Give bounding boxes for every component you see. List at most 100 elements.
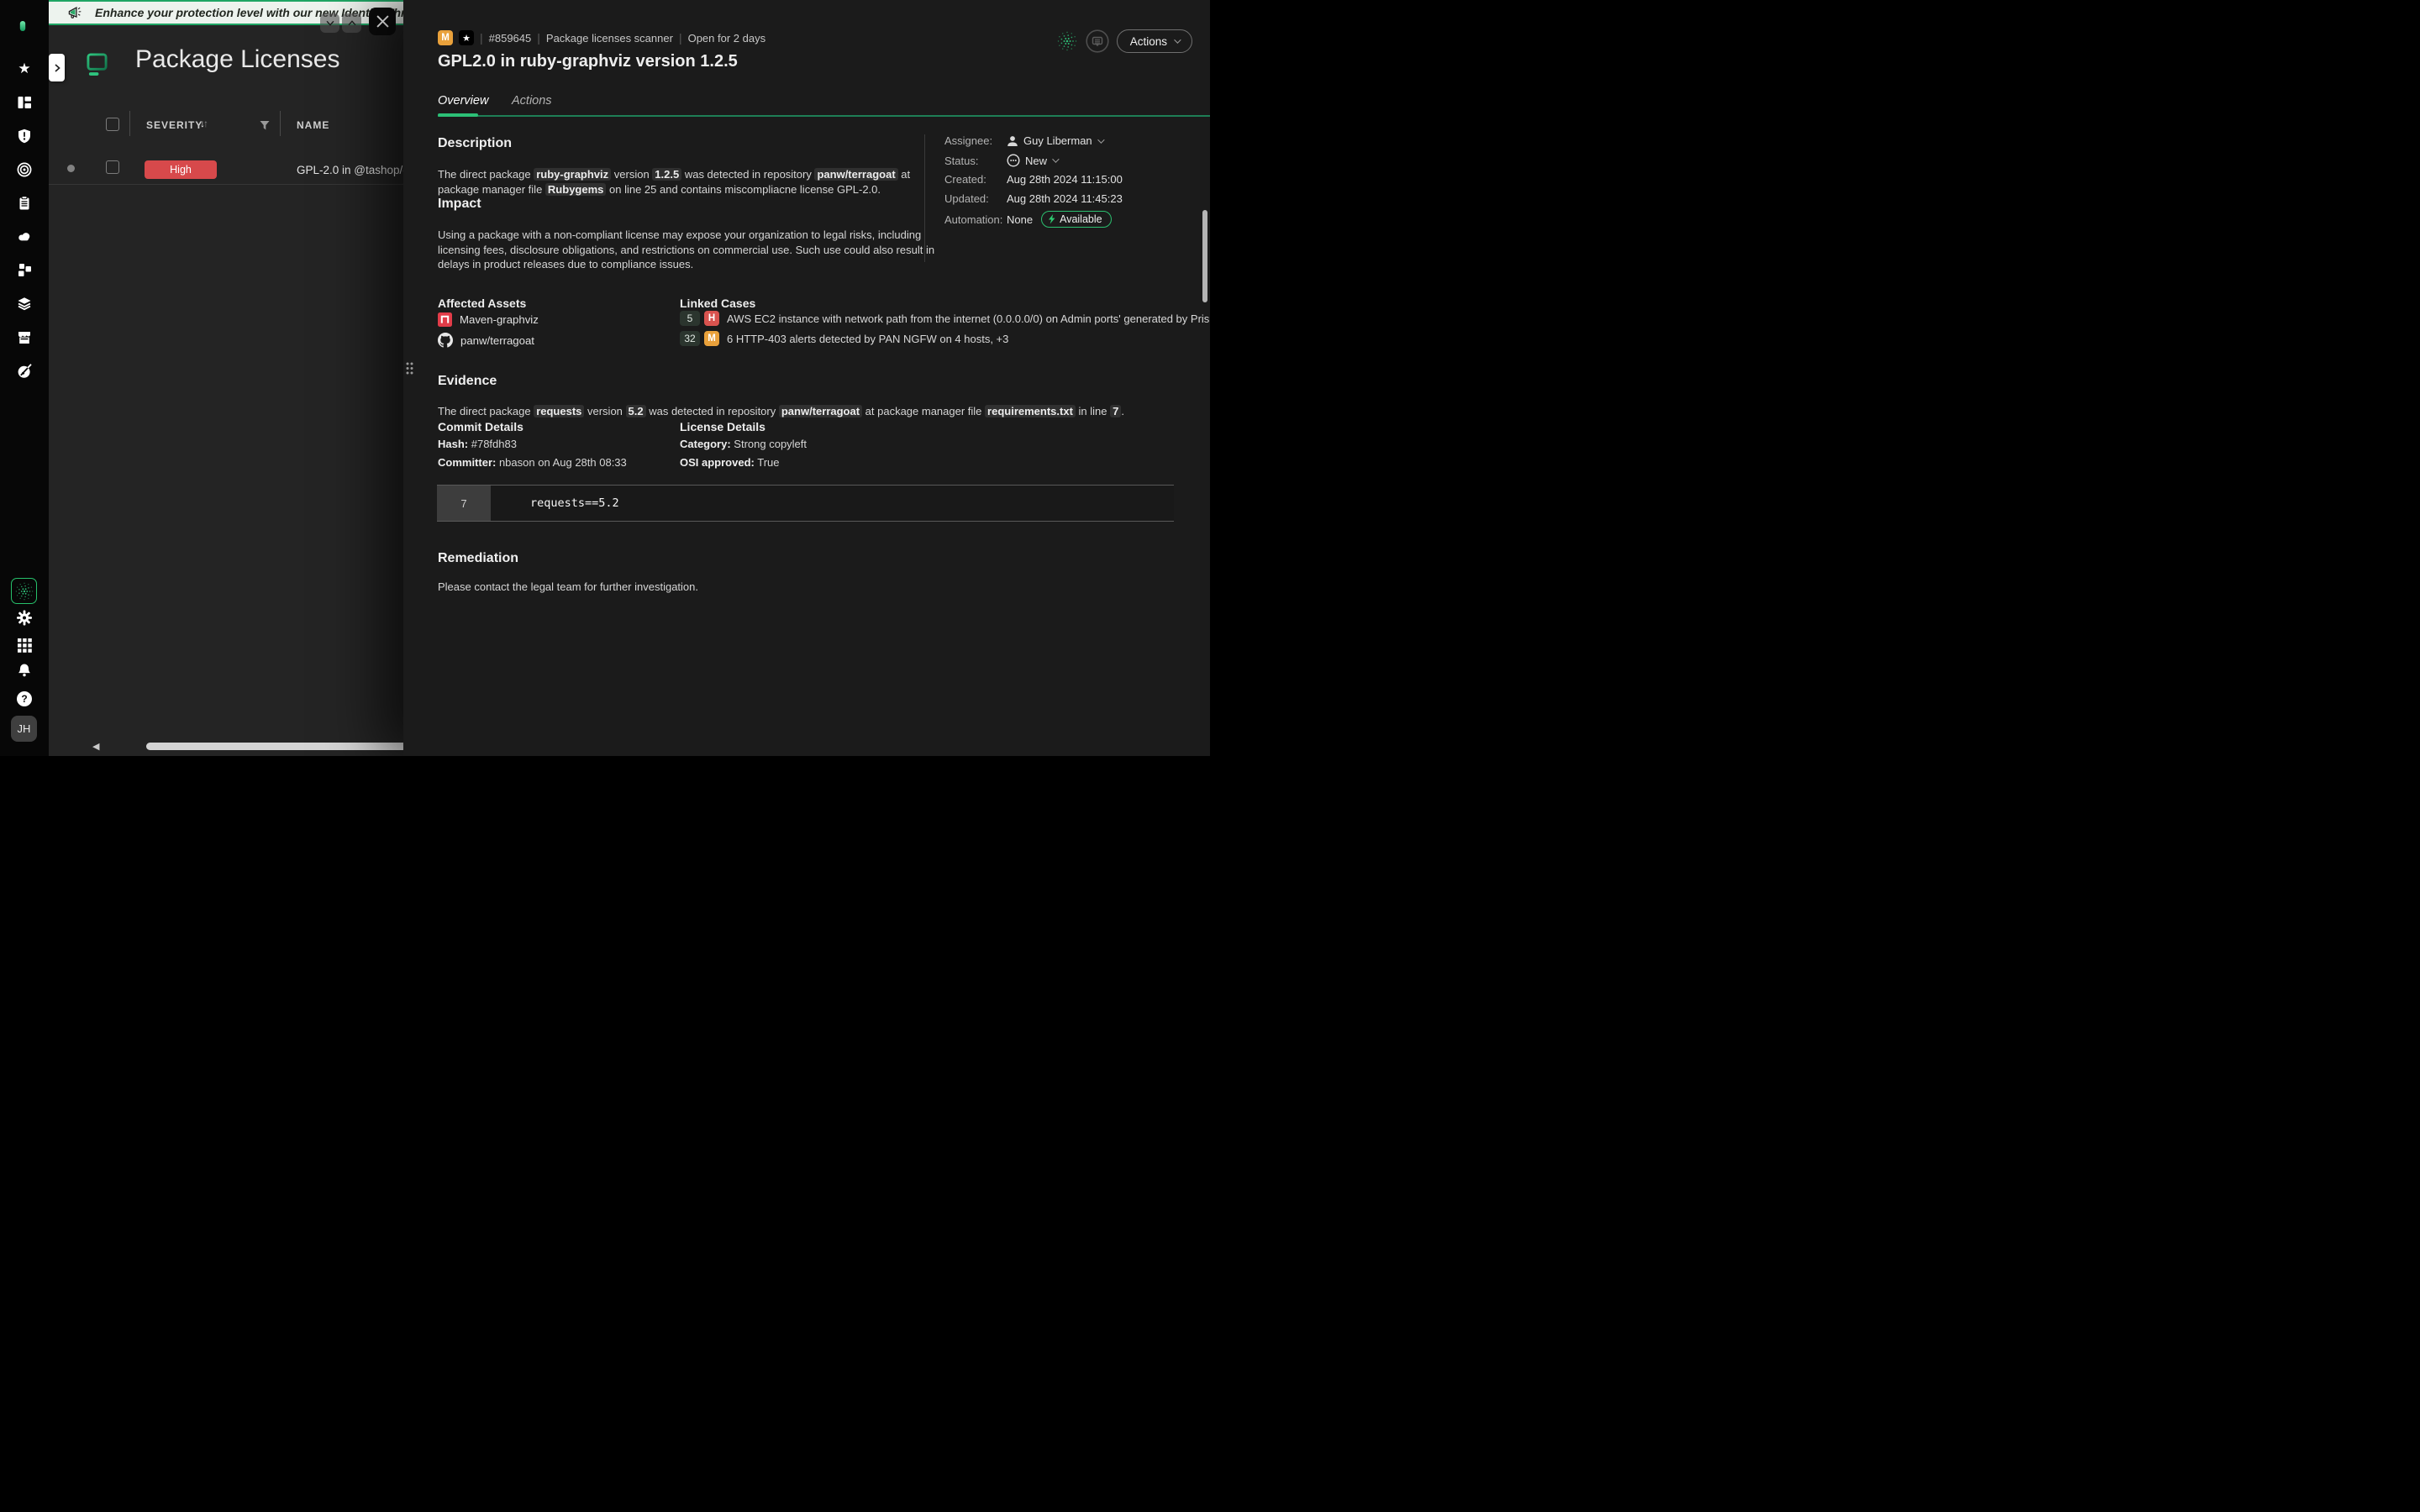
chevron-down-icon	[1097, 136, 1104, 143]
tab-overview[interactable]: Overview	[438, 94, 488, 108]
case-title: 6 HTTP-403 alerts detected by PAN NGFW o…	[727, 333, 1008, 345]
previous-item-button[interactable]	[342, 13, 361, 33]
vertical-scrollbar[interactable]	[1202, 210, 1207, 302]
assignee-dropdown[interactable]: Guy Liberman	[1007, 134, 1102, 147]
affected-asset-item[interactable]: panw/terragoat	[438, 333, 534, 348]
license-osi: OSI approved: True	[680, 456, 779, 469]
drawer-toolbar: Actions	[1056, 29, 1192, 53]
finding-id-row: M ★ | #859645 | Package licenses scanner…	[438, 30, 765, 45]
evidence-text: The direct package requests version 5.2 …	[438, 404, 1124, 419]
user-avatar[interactable]: JH	[11, 716, 37, 742]
license-category: Category: Strong copyleft	[680, 438, 807, 450]
app-root: ★	[0, 0, 1210, 756]
linked-case-row[interactable]: 32 M 6 HTTP-403 alerts detected by PAN N…	[680, 331, 1008, 346]
meta-created: Created: Aug 28th 2024 11:15:00	[944, 173, 1123, 186]
column-header-severity[interactable]: SEVERITY	[146, 119, 203, 131]
select-all-checkbox[interactable]	[106, 118, 119, 131]
notifications-bell-icon[interactable]	[17, 663, 32, 678]
meta-automation: Automation: None Available	[944, 211, 1112, 228]
meta-assignee: Assignee: Guy Liberman	[944, 134, 1102, 147]
settings-gear-icon[interactable]	[17, 610, 32, 625]
scanner-name: Package licenses scanner	[546, 32, 673, 45]
lightning-icon	[1049, 214, 1055, 224]
row-checkbox[interactable]	[106, 160, 119, 174]
status-new-icon	[1007, 154, 1020, 167]
star-toggle[interactable]: ★	[459, 30, 474, 45]
remediation-text: Please contact the legal team for furthe…	[438, 580, 698, 595]
case-title: AWS EC2 instance with network path from …	[727, 312, 1210, 325]
tab-actions[interactable]: Actions	[512, 94, 552, 108]
evidence-heading: Evidence	[438, 374, 497, 389]
description-heading: Description	[438, 136, 512, 151]
automation-available-button[interactable]: Available	[1041, 211, 1112, 228]
person-icon	[1007, 135, 1018, 147]
linked-cases-heading: Linked Cases	[680, 297, 755, 310]
impact-text: Using a package with a non-compliant lic…	[438, 228, 935, 272]
column-divider	[280, 111, 281, 136]
finding-title: GPL2.0 in ruby-graphviz version 1.2.5	[438, 52, 738, 71]
evidence-code-block: 7 requests==5.2	[437, 485, 1174, 522]
sidebar-item-shield-alert-icon[interactable]	[17, 129, 32, 144]
sidebar-item-layers-icon[interactable]	[17, 297, 32, 312]
sidebar-item-storefront-icon[interactable]	[17, 330, 32, 345]
orca-logo	[6, 13, 31, 39]
severity-medium-badge: M	[438, 30, 453, 45]
comments-icon[interactable]	[1086, 29, 1109, 53]
row-name: GPL-2.0 in @tashop/c	[297, 164, 408, 176]
column-header-name[interactable]: NAME	[297, 119, 329, 131]
artifact-registry-icon	[438, 312, 452, 327]
case-count-badge: 32	[680, 331, 700, 346]
affected-assets-heading: Affected Assets	[438, 297, 526, 310]
sidebar-item-favorites-icon[interactable]: ★	[17, 61, 32, 76]
impact-heading: Impact	[438, 197, 481, 212]
help-icon[interactable]: ?	[17, 691, 32, 706]
finding-age: Open for 2 days	[688, 32, 766, 45]
severity-medium-badge: M	[704, 331, 719, 346]
horizontal-scrollbar[interactable]	[146, 743, 407, 750]
severity-badge: High	[145, 160, 217, 179]
finding-detail-drawer: M ★ | #859645 | Package licenses scanner…	[403, 0, 1210, 756]
affected-asset-item[interactable]: Maven-graphviz	[438, 312, 539, 327]
page-title: Package Licenses	[135, 45, 340, 74]
sidebar-item-cloud-icon[interactable]	[17, 229, 32, 244]
code-line-number: 7	[437, 486, 491, 521]
remediation-heading: Remediation	[438, 551, 518, 566]
apps-grid-icon[interactable]	[17, 638, 32, 653]
sidebar-item-target-icon[interactable]	[17, 162, 32, 177]
commit-details-heading: Commit Details	[438, 420, 523, 433]
commit-hash: Hash: #78fdh83	[438, 438, 517, 450]
sidebar-item-gauge-icon[interactable]	[17, 364, 32, 379]
severity-high-badge: H	[704, 311, 719, 326]
sidebar-item-dashboard-icon[interactable]	[17, 95, 32, 110]
sidebar-item-blocks-icon[interactable]	[17, 263, 32, 278]
linked-case-row[interactable]: 5 H AWS EC2 instance with network path f…	[680, 311, 1210, 326]
status-dropdown[interactable]: New	[1007, 154, 1057, 167]
column-divider	[129, 111, 130, 136]
banner-text: Enhance your protection level with our n…	[95, 6, 450, 19]
package-licenses-icon	[87, 53, 108, 81]
actions-button[interactable]: Actions	[1117, 29, 1192, 53]
meta-updated: Updated: Aug 28th 2024 11:45:23	[944, 192, 1123, 205]
sidebar-item-clipboard-icon[interactable]	[17, 196, 32, 211]
active-tab-indicator	[438, 113, 478, 117]
ai-assistant-icon[interactable]	[1056, 30, 1078, 52]
github-icon	[438, 333, 453, 348]
sidebar-nav: ★	[0, 61, 49, 379]
license-details-heading: License Details	[680, 420, 765, 433]
next-item-button[interactable]	[320, 13, 339, 33]
megaphone-icon	[68, 6, 82, 20]
code-line: requests==5.2	[491, 486, 1174, 521]
description-text: The direct package ruby-graphviz version…	[438, 167, 942, 197]
expand-panel-button[interactable]	[49, 54, 65, 81]
scroll-left-arrow[interactable]: ◀	[92, 741, 99, 752]
drawer-drag-handle[interactable]	[405, 361, 414, 380]
sidebar: ★	[0, 0, 49, 756]
sort-icon[interactable]: ↓↑	[200, 118, 207, 129]
commit-committer: Committer: nbason on Aug 28th 08:33	[438, 456, 627, 469]
finding-id: #859645	[489, 32, 532, 45]
meta-status: Status: New	[944, 154, 1057, 167]
row-unread-dot	[67, 165, 75, 172]
sidebar-item-ai-assistant[interactable]	[11, 578, 37, 604]
close-drawer-button[interactable]	[369, 8, 396, 35]
filter-funnel-icon[interactable]	[260, 119, 270, 134]
